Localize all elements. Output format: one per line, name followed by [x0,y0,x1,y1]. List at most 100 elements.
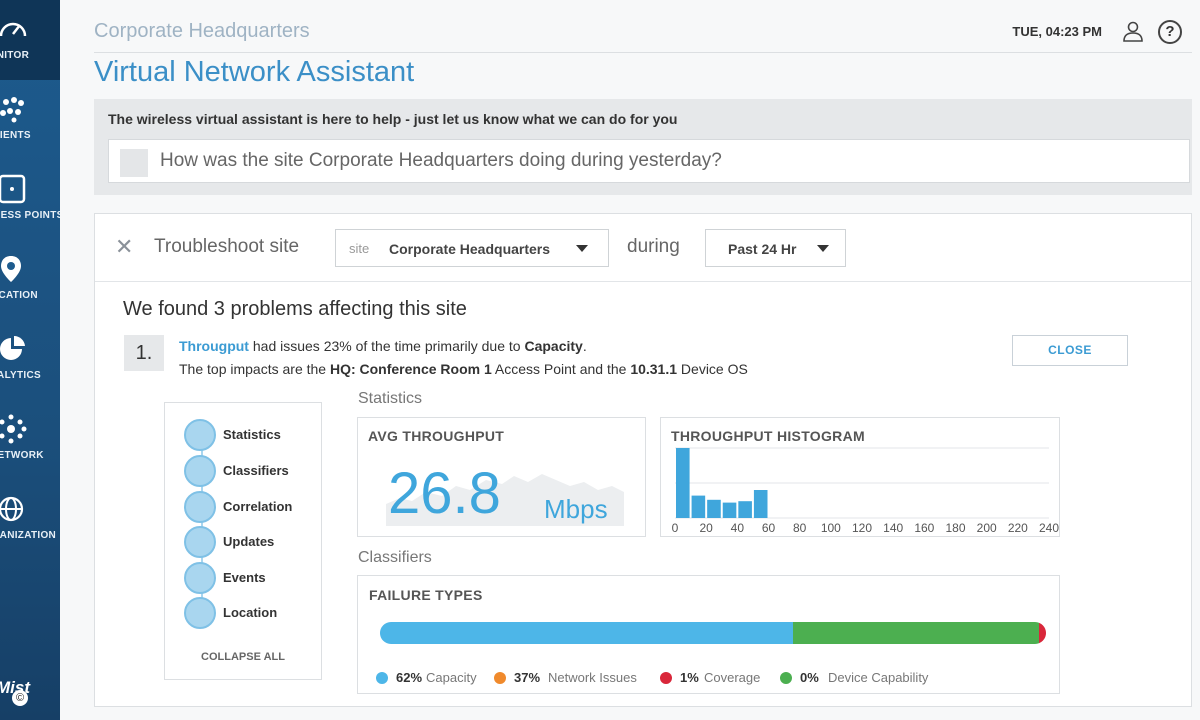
histogram-tick-label: 20 [699,521,713,535]
problem-text: The top impacts are the [179,361,330,377]
top-bar: Corporate Headquarters TUE, 04:23 PM ? [94,0,1192,53]
sidebar-item-clients[interactable]: CLIENTS [0,80,60,160]
location-pin-icon [1,256,21,282]
clock: TUE, 04:23 PM [1012,24,1102,39]
sidebar-item-monitor[interactable]: MONITOR [0,0,60,80]
sidebar-item-location[interactable]: LOCATION [0,240,60,320]
histogram-tick-label: 160 [914,521,934,535]
throughput-histogram-card: THROUGHPUT HISTOGRAM 0 20 40 60 80 100 120 140 1… [660,417,1060,537]
step-dot [184,597,216,629]
avg-throughput-value: 26.8 [388,461,501,526]
legend-name: Capacity [426,670,477,685]
histogram-tick-label: 40 [731,521,745,535]
collapse-all-button[interactable]: COLLAPSE ALL [165,651,321,663]
sidebar-item-organization[interactable]: ORGANIZATION [0,480,60,560]
legend-percent: 37% [514,670,541,685]
sidebar-item-access-points[interactable]: ACCESS POINTS [0,160,60,240]
access-point-icon [0,174,26,204]
close-button[interactable]: CLOSE [1012,335,1128,366]
histogram-tick-label: 100 [821,521,841,535]
sidebar-item-label: ORGANIZATION [0,530,57,541]
step-dot [184,526,216,558]
step-label: Classifiers [223,463,289,478]
troubleshoot-header: ✕ Troubleshoot site site Corporate Headq… [95,214,1191,282]
site-select[interactable]: site Corporate Headquarters [335,229,609,267]
close-icon[interactable]: ✕ [115,234,133,260]
sidebar-item-label: ACCESS POINTS [0,210,60,221]
statistics-label: Statistics [358,390,423,407]
histogram-tick-label: 120 [852,521,872,535]
step-label: Updates [223,534,275,549]
sidebar-item-label: MONITOR [0,50,30,61]
histogram-bar-3 [722,502,737,518]
failure-types-title: FAILURE TYPES [369,587,483,603]
step-dot [184,562,216,594]
histogram-tick-label: 200 [977,521,997,535]
avg-throughput-title: AVG THROUGHPUT [368,428,505,444]
network-icon [0,414,27,444]
histogram-bar-1 [691,495,706,518]
metric-link[interactable]: Througput [179,338,249,354]
problem-text: . [582,338,587,354]
globe-icon [0,496,24,522]
impact-device-os: 10.31.1 [630,361,678,377]
problem-impacts: The top impacts are the HQ: Conference R… [179,361,748,377]
problem-text: Device OS [677,361,748,377]
failure-segment-capacity [380,622,793,644]
problem-summary: Througput had issues 23% of the time pri… [179,338,587,354]
legend-name: Network Issues [548,670,637,685]
avg-throughput-card: AVG THROUGHPUT 26.8 Mbps [357,417,646,537]
legend-swatch [494,672,506,684]
problem-number: 1. [124,335,164,371]
problem-text: had issues 23% of the time primarily due… [248,338,525,354]
failure-segment-coverage [1039,622,1046,644]
histogram-tick-label: 140 [883,521,903,535]
page-title: Virtual Network Assistant [94,56,415,88]
throughput-histogram: 0 20 40 60 80 100 120 140 160 180 200 220 240 [672,447,1059,535]
avg-throughput-unit: Mbps [544,494,608,524]
query-input[interactable]: How was the site Corporate Headquarters … [108,139,1190,183]
histogram-bar-5 [753,490,768,518]
assistant-panel: The wireless virtual assistant is here t… [94,99,1192,195]
sidebar-item-analytics[interactable]: ANALYTICS [0,320,60,400]
step-dot [184,455,216,487]
sidebar-item-network[interactable]: NETWORK [0,400,60,480]
during-label: during [627,236,680,257]
step-navigator: Statistics Classifiers Correlation Updat… [164,402,322,680]
user-icon[interactable] [1122,20,1144,42]
failure-types-bar [380,622,1046,644]
time-range-value: Past 24 Hr [728,241,797,257]
step-label: Location [223,605,278,620]
clients-icon [0,97,24,123]
troubleshoot-card: ✕ Troubleshoot site site Corporate Headq… [94,213,1192,707]
help-icon[interactable]: ? [1158,20,1182,44]
main-content: Corporate Headquarters TUE, 04:23 PM ? V… [60,0,1200,720]
classifiers-label: Classifiers [358,549,432,566]
query-text[interactable]: How was the site Corporate Headquarters … [160,150,722,172]
impact-access-point: HQ: Conference Room 1 [329,361,492,377]
assistant-intro: The wireless virtual assistant is here t… [108,111,678,127]
sidebar-item-label: CLIENTS [0,130,31,141]
step-dot [184,419,216,451]
failure-segment-network-issues [792,622,1040,644]
histogram-tick-label: 60 [762,521,776,535]
problem-text: Access Point and the [491,361,631,377]
speedometer-icon [0,22,27,37]
histogram-tick-label: 80 [793,521,807,535]
sidebar-item-label: ANALYTICS [0,370,42,381]
legend-swatch [376,672,388,684]
site-select-prefix: site [349,241,370,256]
time-range-select[interactable]: Past 24 Hr [705,229,846,267]
legend-swatch [660,672,672,684]
step-label: Correlation [223,499,293,514]
histogram-tick-label: 0 [672,521,679,535]
legend-percent: 1% [680,670,699,685]
legend-name: Device Capability [828,670,929,685]
troubleshoot-label: Troubleshoot site [154,236,300,257]
site-name: Corporate Headquarters [94,20,310,42]
sidebar: MONITOR CLIENTS ACCESS POINTS LOCATION A… [0,0,60,720]
histogram-tick-label: 240 [1039,521,1059,535]
site-select-value: Corporate Headquarters [389,241,551,257]
brand-logo: Mist © [0,664,36,714]
query-checkbox[interactable] [120,149,148,177]
